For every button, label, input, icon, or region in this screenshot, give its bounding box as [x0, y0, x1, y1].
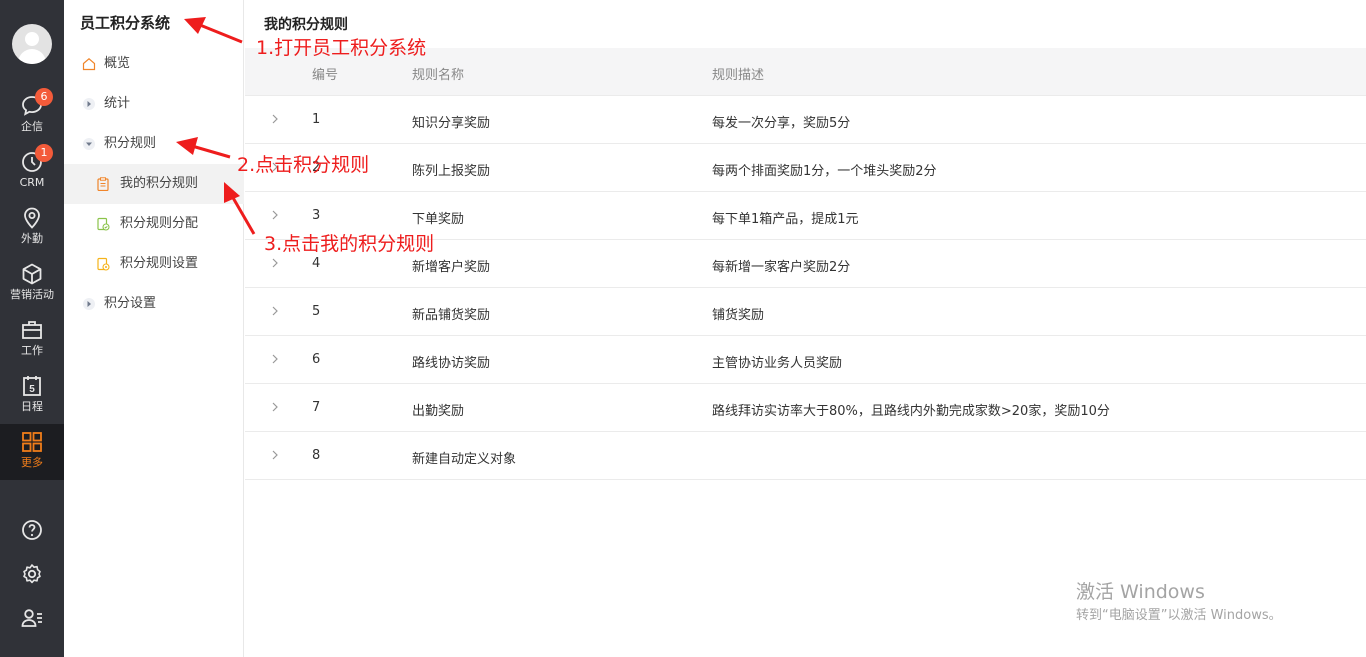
rule-name: 新建自动定义对象	[412, 452, 517, 467]
briefcase-icon	[22, 321, 42, 339]
unread-badge: 6	[35, 88, 53, 106]
user-list-icon[interactable]	[20, 606, 44, 630]
annotation-step2: 2.点击积分规则	[237, 154, 370, 176]
rule-id: 7	[312, 400, 321, 415]
rule-desc: 每下单1箱产品，提成1元	[712, 212, 859, 227]
rail-label: 营销活动	[10, 288, 54, 301]
rule-name: 下单奖励	[412, 212, 465, 227]
rule-name: 新品铺货奖励	[412, 308, 491, 323]
table-row[interactable]: 6 路线协访奖励 主管协访业务人员奖励	[245, 336, 1366, 384]
rule-name: 知识分享奖励	[412, 116, 491, 131]
rail-label: 企信	[21, 120, 43, 133]
caret-right-icon	[83, 298, 95, 310]
expand-chevron-icon[interactable]	[269, 209, 281, 221]
home-icon	[82, 58, 96, 71]
avatar-body	[18, 49, 46, 64]
rail-item-marketing[interactable]: 营销活动	[0, 256, 64, 312]
rule-id: 4	[312, 256, 321, 271]
column-header-desc: 规则描述	[712, 68, 765, 83]
app-window: 6 企信 1 CRM 外勤 营销活动 工作 5 日程 更多 员工积分系统 概览 …	[0, 0, 1366, 657]
menu-item-label: 我的积分规则	[120, 176, 199, 191]
expand-chevron-icon[interactable]	[269, 305, 281, 317]
menu-item-statistics[interactable]: 统计	[64, 84, 244, 124]
table-body: 1 知识分享奖励 每发一次分享，奖励5分 2 陈列上报奖励 每两个排面奖励1分，…	[245, 96, 1366, 480]
rule-id: 3	[312, 208, 321, 223]
rail-label: CRM	[19, 176, 45, 189]
rule-id: 8	[312, 448, 321, 463]
menu-item-label: 统计	[104, 96, 131, 111]
rule-id: 6	[312, 352, 321, 367]
table-row[interactable]: 2 陈列上报奖励 每两个排面奖励1分，一个堆头奖励2分	[245, 144, 1366, 192]
rail-item-schedule[interactable]: 5 日程	[0, 368, 64, 424]
rail-label: 更多	[21, 456, 43, 469]
avatar[interactable]	[12, 24, 52, 64]
system-title: 员工积分系统	[80, 14, 171, 32]
rule-id: 5	[312, 304, 321, 319]
rule-name: 路线协访奖励	[412, 356, 491, 371]
rail-label: 外勤	[21, 232, 43, 245]
expand-chevron-icon[interactable]	[269, 113, 281, 125]
rail-item-work[interactable]: 工作	[0, 312, 64, 368]
grid-icon	[22, 432, 42, 452]
rail-item-more[interactable]: 更多	[0, 424, 64, 480]
rail-item-field[interactable]: 外勤	[0, 200, 64, 256]
table-row[interactable]: 7 出勤奖励 路线拜访实访率大于80%，且路线内外勤完成家数>20家，奖励10分	[245, 384, 1366, 432]
expand-chevron-icon[interactable]	[269, 353, 281, 365]
rule-desc: 主管协访业务人员奖励	[712, 356, 843, 371]
expand-chevron-icon[interactable]	[269, 401, 281, 413]
menu-item-label: 概览	[104, 56, 131, 71]
icon-rail: 6 企信 1 CRM 外勤 营销活动 工作 5 日程 更多	[0, 0, 64, 657]
rule-desc: 铺货奖励	[712, 308, 765, 323]
cube-icon	[22, 263, 42, 285]
rail-label: 工作	[21, 344, 43, 357]
menu-item-label: 积分规则	[104, 136, 157, 151]
rule-name: 陈列上报奖励	[412, 164, 491, 179]
rail-item-crm[interactable]: 1 CRM	[0, 144, 64, 200]
menu-item-label: 积分规则设置	[120, 256, 199, 271]
settings-doc-icon	[97, 257, 110, 271]
page-title: 我的积分规则	[264, 17, 348, 33]
menu-item-points-rules[interactable]: 积分规则	[64, 124, 244, 164]
location-pin-icon	[24, 207, 40, 229]
windows-activation-title: 激活 Windows	[1076, 581, 1205, 603]
calendar-icon: 5	[23, 376, 41, 396]
main-panel: 我的积分规则 编号 规则名称 规则描述 1 知识分享奖励 每发一次分享，奖励5分…	[245, 0, 1366, 657]
menu-item-rules-assign[interactable]: 积分规则分配	[64, 204, 244, 244]
menu-item-label: 积分规则分配	[120, 216, 199, 231]
column-header-name: 规则名称	[412, 68, 465, 83]
rule-desc: 路线拜访实访率大于80%，且路线内外勤完成家数>20家，奖励10分	[712, 404, 1110, 419]
table-row[interactable]: 8 新建自动定义对象	[245, 432, 1366, 480]
rule-desc: 每发一次分享，奖励5分	[712, 116, 851, 131]
rail-item-qixin[interactable]: 6 企信	[0, 88, 64, 144]
rule-id: 1	[312, 112, 321, 127]
caret-down-icon	[83, 138, 95, 150]
annotation-step3: 3.点击我的积分规则	[264, 233, 435, 255]
menu-item-my-points-rules[interactable]: 我的积分规则	[64, 164, 244, 204]
caret-right-icon	[83, 98, 95, 110]
notification-badge: 1	[35, 144, 53, 162]
rule-name: 新增客户奖励	[412, 260, 491, 275]
settings-icon[interactable]	[20, 562, 44, 586]
rule-desc: 每两个排面奖励1分，一个堆头奖励2分	[712, 164, 937, 179]
windows-activation-hint: 转到“电脑设置”以激活 Windows。	[1076, 608, 1282, 623]
menu-item-label: 积分设置	[104, 296, 157, 311]
menu-item-overview[interactable]: 概览	[64, 44, 244, 84]
clipboard-icon	[97, 177, 109, 191]
menu-item-rules-settings[interactable]: 积分规则设置	[64, 244, 244, 284]
menu-item-points-settings[interactable]: 积分设置	[64, 284, 244, 324]
rail-label: 日程	[21, 400, 43, 413]
expand-chevron-icon[interactable]	[269, 449, 281, 461]
annotation-step1: 1.打开员工积分系统	[256, 37, 427, 59]
expand-chevron-icon[interactable]	[269, 257, 281, 269]
table-row[interactable]: 1 知识分享奖励 每发一次分享，奖励5分	[245, 96, 1366, 144]
rule-name: 出勤奖励	[412, 404, 465, 419]
column-header-id: 编号	[312, 68, 339, 83]
assign-doc-icon	[97, 217, 110, 231]
avatar-head	[25, 32, 39, 46]
help-icon[interactable]	[20, 518, 44, 542]
secondary-menu: 员工积分系统 概览 统计 积分规则 我的积分规则 积分规则分配 积分规则设置 积…	[64, 0, 244, 657]
rule-desc: 每新增一家客户奖励2分	[712, 260, 851, 275]
table-row[interactable]: 5 新品铺货奖励 铺货奖励	[245, 288, 1366, 336]
calendar-day: 5	[29, 384, 35, 395]
